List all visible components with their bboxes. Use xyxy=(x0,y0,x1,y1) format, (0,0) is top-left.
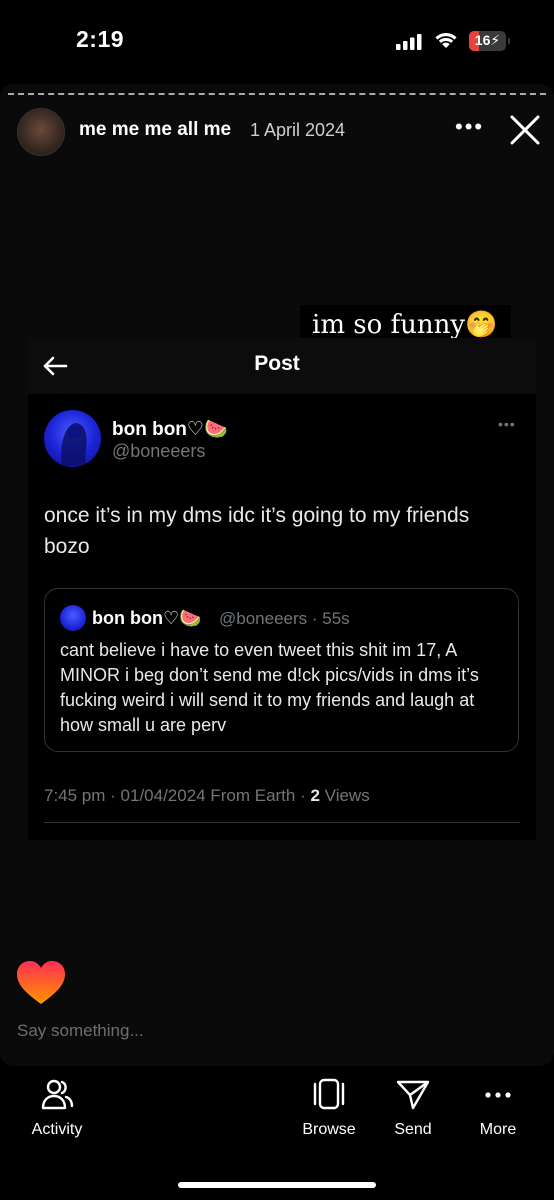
more-icon xyxy=(485,1092,511,1098)
reply-input[interactable]: Say something... xyxy=(17,1021,144,1041)
quoted-author-handle: @boneeers · 55s xyxy=(219,609,350,628)
battery-indicator: 16⚡ xyxy=(469,31,510,51)
heart-reaction-icon[interactable] xyxy=(16,960,66,1006)
watermelon-emoji: 🍉 xyxy=(203,419,228,440)
close-icon[interactable] xyxy=(509,114,541,146)
browse-icon xyxy=(313,1078,345,1110)
nav-send-label: Send xyxy=(394,1121,432,1138)
nav-activity[interactable]: Activity xyxy=(26,1078,88,1139)
nav-more[interactable]: More xyxy=(470,1078,526,1139)
post-author-name: bon bon♡🍉 xyxy=(112,419,228,440)
home-indicator[interactable] xyxy=(178,1182,376,1188)
post-author-handle: @boneeers xyxy=(112,441,206,461)
nav-browse[interactable]: Browse xyxy=(298,1078,360,1139)
nav-send[interactable]: Send xyxy=(384,1078,442,1139)
nav-activity-label: Activity xyxy=(31,1121,83,1138)
post-author-avatar xyxy=(44,410,101,467)
post-divider xyxy=(44,822,520,823)
shushing-face-emoji: 🤭 xyxy=(465,310,498,340)
quoted-post-text: cant believe i have to even tweet this s… xyxy=(60,640,479,735)
post-title: Post xyxy=(254,352,300,375)
watermelon-emoji: 🍉 xyxy=(179,608,202,628)
nav-more-label: More xyxy=(479,1121,517,1138)
story-author-avatar[interactable] xyxy=(17,108,65,156)
battery-level-text: 16⚡ xyxy=(474,32,501,48)
story-date: 1 April 2024 xyxy=(250,120,346,140)
activity-icon xyxy=(41,1079,74,1110)
quoted-author-avatar xyxy=(60,605,86,631)
post-more-icon: ••• xyxy=(498,416,516,432)
status-time: 2:19 xyxy=(76,26,125,52)
post-text: once it’s in my dms idc it’s going to my… xyxy=(44,504,470,558)
quoted-author-name: bon bon♡🍉 xyxy=(92,608,202,628)
wifi-icon xyxy=(435,33,457,48)
story-username[interactable]: me me me all me xyxy=(79,119,231,141)
cellular-signal-icon xyxy=(396,34,422,50)
views-count: 2 xyxy=(310,786,320,805)
story-progress-bar xyxy=(8,93,546,95)
send-icon xyxy=(396,1080,430,1110)
battery-nub xyxy=(508,38,510,44)
nav-browse-label: Browse xyxy=(302,1121,356,1138)
post-metadata: 7:45 pm · 01/04/2024 From Earth · 2 View… xyxy=(44,786,370,805)
more-options-icon[interactable]: ••• xyxy=(455,114,484,140)
